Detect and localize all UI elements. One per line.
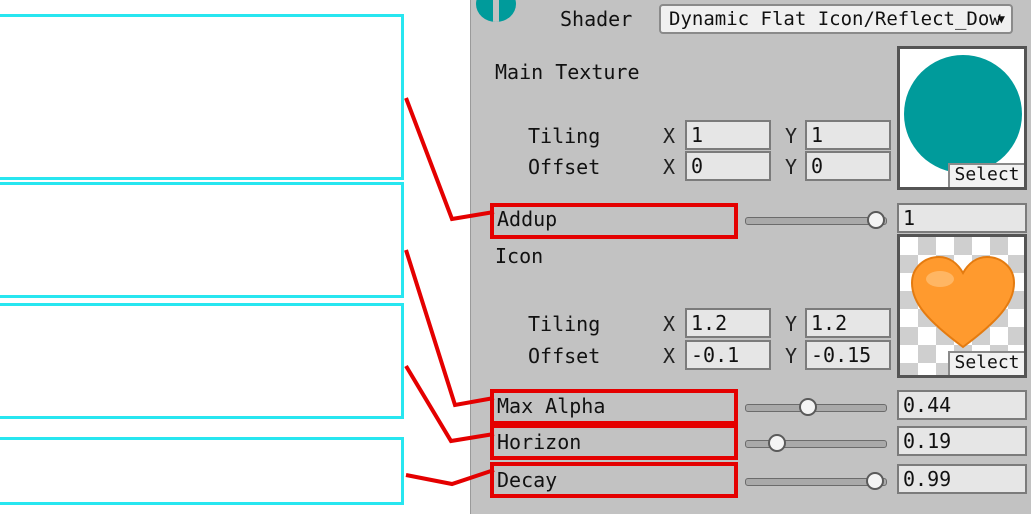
main-texture-offset-x-field[interactable]: 0 [685, 151, 771, 181]
decay-value-field[interactable]: 0.99 [897, 464, 1027, 494]
callout-box-4 [0, 437, 404, 505]
max-alpha-highlight-box [490, 389, 738, 425]
icon-offset-x-label: X [663, 344, 676, 368]
shader-label: Shader [560, 7, 633, 31]
main-texture-offset-y-field[interactable]: 0 [805, 151, 891, 181]
icon-offset-y-label: Y [785, 344, 798, 368]
icon-offset-x-field[interactable]: -0.1 [685, 340, 771, 370]
shader-value: Dynamic Flat Icon/Reflect_Dow [669, 8, 1001, 30]
main-texture-tiling-label: Tiling [528, 124, 601, 148]
teal-circle-texture [904, 55, 1022, 173]
decay-slider-thumb[interactable] [865, 472, 884, 490]
main-texture-select-button[interactable]: Select [948, 163, 1024, 187]
icon-tiling-x-field[interactable]: 1.2 [685, 308, 771, 338]
addup-slider-track[interactable] [745, 217, 887, 225]
main-texture-tiling-y-field[interactable]: 1 [805, 120, 891, 150]
addup-value-field[interactable]: 1 [897, 203, 1027, 233]
addup-slider-thumb[interactable] [867, 211, 885, 229]
icon-tiling-label: Tiling [528, 312, 601, 336]
main-texture-tiling-y-label: Y [785, 124, 798, 148]
chevron-down-icon: ▼ [997, 12, 1005, 26]
shader-dropdown[interactable]: Dynamic Flat Icon/Reflect_Dow ▼ [659, 4, 1013, 34]
horizon-value-field[interactable]: 0.19 [897, 426, 1027, 456]
max-alpha-value-field[interactable]: 0.44 [897, 390, 1027, 420]
icon-texture-thumbnail[interactable]: Select [897, 234, 1027, 378]
main-texture-tiling-x-field[interactable]: 1 [685, 120, 771, 150]
icon-offset-label: Offset [528, 344, 601, 368]
heart-icon [910, 255, 1016, 349]
icon-tiling-y-label: Y [785, 312, 798, 336]
addup-highlight-box [490, 203, 738, 239]
horizon-highlight-box [490, 424, 738, 460]
main-texture-offset-label: Offset [528, 155, 601, 179]
icon-select-button[interactable]: Select [948, 351, 1024, 375]
main-texture-label: Main Texture [495, 60, 640, 84]
icon-label: Icon [495, 244, 544, 268]
main-texture-tiling-x-label: X [663, 124, 676, 148]
callout-box-1 [0, 14, 404, 180]
icon-tiling-x-label: X [663, 312, 676, 336]
max-alpha-slider-thumb[interactable] [798, 398, 817, 416]
main-texture-offset-y-label: Y [785, 155, 798, 179]
horizon-slider-track[interactable] [745, 440, 887, 448]
main-texture-offset-x-label: X [663, 155, 676, 179]
callout-box-3 [0, 303, 404, 419]
icon-tiling-y-field[interactable]: 1.2 [805, 308, 891, 338]
callout-box-2 [0, 182, 404, 298]
main-texture-thumbnail[interactable]: Select [897, 46, 1027, 190]
icon-offset-y-field[interactable]: -0.15 [805, 340, 891, 370]
decay-highlight-box [490, 462, 738, 498]
